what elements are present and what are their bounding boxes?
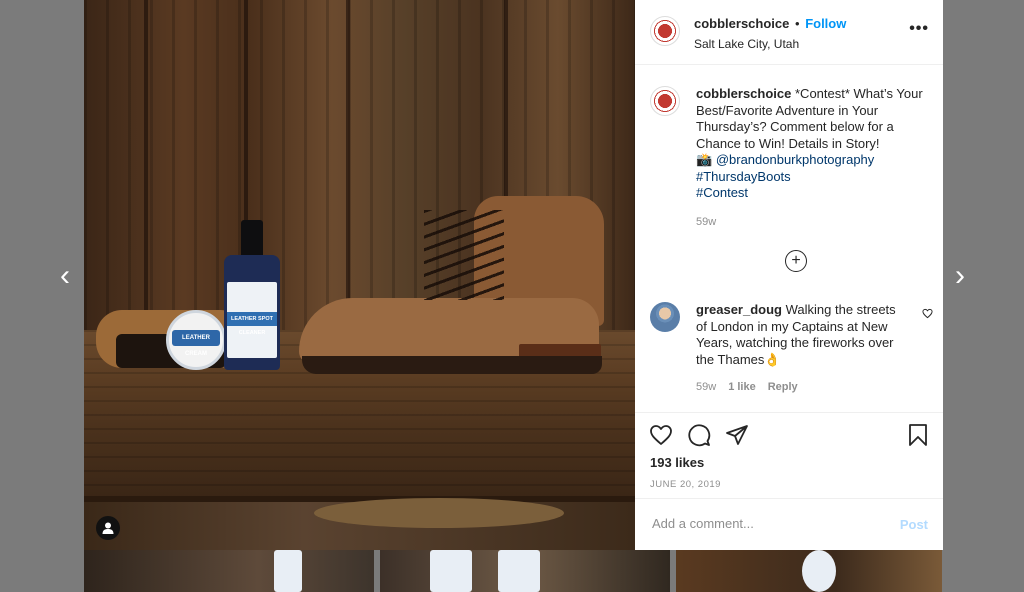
avatar[interactable]: [650, 86, 680, 116]
caption-username[interactable]: cobblerschoice: [696, 86, 791, 101]
header-text: cobblerschoice • Follow Salt Lake City, …: [694, 15, 846, 53]
grid-thumbnail[interactable]: [676, 550, 942, 592]
likes-count[interactable]: 193 likes: [650, 455, 704, 470]
post-photo[interactable]: LEATHER CREAM LEATHER SPOT CLEANER: [84, 0, 635, 550]
thumbnail-product: [430, 550, 472, 592]
thumbnail-product: [274, 550, 302, 592]
separator-dot: •: [795, 16, 800, 31]
grid-thumbnail[interactable]: [84, 550, 374, 592]
avatar[interactable]: [650, 16, 680, 46]
like-heart-icon[interactable]: [649, 423, 673, 447]
comment-input[interactable]: [650, 515, 874, 532]
camera-emoji: 📸: [696, 152, 713, 167]
boot-laces: [424, 210, 504, 300]
save-bookmark-icon[interactable]: [906, 423, 930, 447]
wood-plank-seam: [144, 0, 148, 330]
like-comment-heart-icon[interactable]: [922, 308, 933, 319]
location-link[interactable]: Salt Lake City, Utah: [694, 35, 846, 53]
hashtag-link[interactable]: #ThursdayBoots: [696, 169, 791, 184]
load-more-comments-icon[interactable]: +: [785, 250, 807, 272]
comment-bubble-icon[interactable]: [687, 423, 711, 447]
hashtag-link[interactable]: #Contest: [696, 185, 748, 200]
reply-button[interactable]: Reply: [768, 379, 798, 396]
stool: [314, 498, 564, 528]
caption-body: cobblerschoice *Contest* What’s Your Bes…: [696, 86, 932, 230]
boot-sole: [302, 356, 602, 374]
more-options-icon[interactable]: •••: [909, 20, 929, 38]
comment-body: greaser_doug Walking the streets of Lond…: [696, 302, 906, 396]
post-date: JUNE 20, 2019: [650, 479, 721, 490]
add-comment-bar: Post: [635, 498, 943, 551]
grid-thumbnail[interactable]: [380, 550, 670, 592]
bottle-label: LEATHER SPOT CLEANER: [227, 312, 277, 336]
comment-likes[interactable]: 1 like: [728, 379, 756, 396]
comment-meta: 59w 1 like Reply: [696, 379, 906, 396]
action-icons: [649, 423, 749, 447]
next-post-chevron-icon[interactable]: ›: [948, 261, 972, 291]
caption-age: 59w: [696, 215, 717, 228]
username-link[interactable]: cobblerschoice: [694, 16, 789, 31]
comment-username[interactable]: greaser_doug: [696, 302, 782, 317]
bottle-sprayer: [241, 220, 263, 258]
person-icon: [102, 522, 114, 534]
wood-plank-seam: [346, 0, 350, 330]
thumbnail-product: [498, 550, 540, 592]
comment-age[interactable]: 59w: [696, 379, 716, 396]
post-header: cobblerschoice • Follow Salt Lake City, …: [635, 0, 943, 65]
share-paper-plane-icon[interactable]: [725, 423, 749, 447]
thumbnail-product: [802, 550, 836, 592]
mention-link[interactable]: @brandonburkphotography: [716, 152, 874, 167]
previous-post-chevron-icon[interactable]: ‹: [53, 261, 77, 291]
post-comment-button[interactable]: Post: [900, 517, 928, 532]
post-actions: 193 likes JUNE 20, 2019: [635, 412, 943, 490]
avatar[interactable]: [650, 302, 680, 332]
follow-button[interactable]: Follow: [805, 16, 846, 31]
user-tag-icon[interactable]: [96, 516, 120, 540]
post-detail-panel: cobblerschoice • Follow Salt Lake City, …: [635, 0, 943, 550]
tin-label: LEATHER CREAM: [172, 330, 220, 357]
